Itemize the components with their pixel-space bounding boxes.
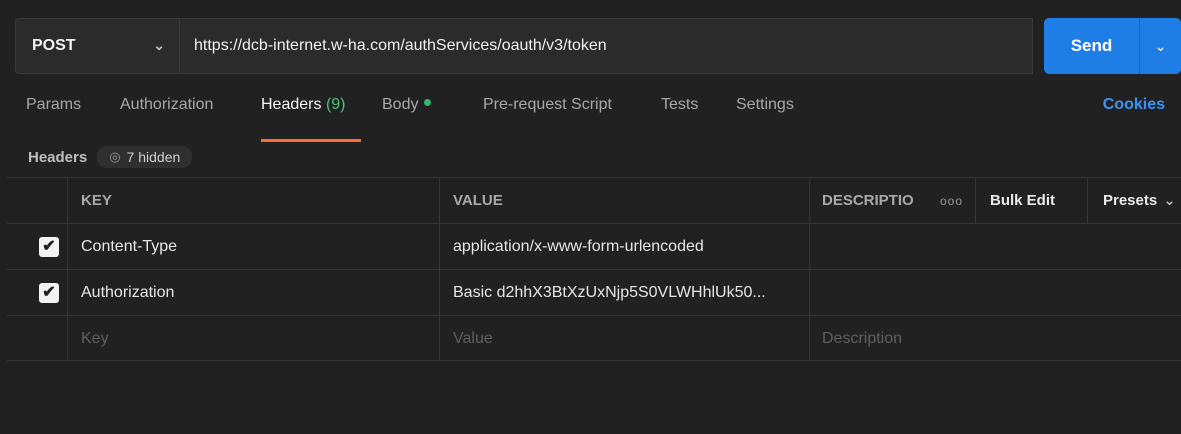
- table-row: ✔ Content-Type application/x-www-form-ur…: [7, 223, 1181, 269]
- header-description-cell[interactable]: [822, 270, 1181, 316]
- headers-section-header: Headers ◎ 7 hidden: [28, 146, 193, 168]
- url-input[interactable]: https://dcb-internet.w-ha.com/authServic…: [179, 18, 1033, 74]
- body-status-dot: [424, 99, 432, 107]
- header-key-cell[interactable]: Content-Type: [81, 224, 177, 270]
- new-key-input[interactable]: Key: [81, 316, 109, 362]
- send-button-group: Send ⌄: [1044, 18, 1181, 74]
- request-bar: POST ⌄ https://dcb-internet.w-ha.com/aut…: [15, 18, 1181, 74]
- tab-headers[interactable]: Headers (9): [261, 96, 346, 114]
- new-value-input[interactable]: Value: [453, 316, 493, 362]
- headers-count: (9): [325, 96, 346, 113]
- table-header-row: KEY VALUE DESCRIPTIO ooo Bulk Edit Prese…: [7, 177, 1181, 223]
- send-button[interactable]: Send: [1044, 18, 1139, 74]
- hidden-headers-label: 7 hidden: [126, 149, 181, 165]
- header-value-cell[interactable]: Basic d2hhX3BtXzUxNjp5S0VLWHhlUk50...: [453, 270, 809, 316]
- tab-pre-request-script[interactable]: Pre-request Script: [483, 96, 612, 114]
- method-select[interactable]: POST ⌄: [15, 18, 179, 74]
- tab-params[interactable]: Params: [26, 96, 81, 114]
- checkbox-checked-icon[interactable]: ✔: [39, 237, 59, 257]
- send-options-chevron-icon[interactable]: ⌄: [1140, 18, 1181, 74]
- eye-icon: ◎: [109, 149, 121, 164]
- table-row: ✔ Authorization Basic d2hhX3BtXzUxNjp5S0…: [7, 269, 1181, 315]
- table-row-new: Key Value Description: [7, 315, 1181, 361]
- tab-authorization[interactable]: Authorization: [120, 96, 213, 114]
- new-description-input[interactable]: Description: [822, 316, 902, 362]
- column-header-key: KEY: [81, 192, 112, 209]
- chevron-down-icon: ⌄: [1163, 192, 1176, 209]
- url-text: https://dcb-internet.w-ha.com/authServic…: [194, 37, 607, 54]
- cookies-link[interactable]: Cookies: [1103, 96, 1165, 114]
- tab-tests[interactable]: Tests: [661, 96, 698, 114]
- tab-settings[interactable]: Settings: [736, 96, 794, 114]
- header-value-cell[interactable]: application/x-www-form-urlencoded: [453, 224, 704, 270]
- checkbox-checked-icon[interactable]: ✔: [39, 283, 59, 303]
- request-tabs: Params Authorization Headers (9) Body Pr…: [0, 96, 1181, 142]
- chevron-down-icon: ⌄: [153, 37, 165, 53]
- active-tab-underline: [261, 139, 361, 142]
- headers-title: Headers: [28, 148, 88, 166]
- column-header-value: VALUE: [453, 192, 503, 209]
- header-description-cell[interactable]: [822, 224, 1181, 270]
- method-label: POST: [32, 37, 76, 54]
- bulk-edit-button[interactable]: Bulk Edit: [990, 178, 1055, 224]
- headers-table: KEY VALUE DESCRIPTIO ooo Bulk Edit Prese…: [7, 177, 1181, 361]
- hidden-headers-toggle[interactable]: ◎ 7 hidden: [97, 146, 193, 168]
- presets-dropdown[interactable]: Presets ⌄: [1103, 178, 1176, 224]
- more-options-icon[interactable]: ooo: [940, 178, 963, 224]
- header-key-cell[interactable]: Authorization: [81, 270, 174, 316]
- tab-body[interactable]: Body: [382, 96, 432, 114]
- column-header-description: DESCRIPTIO: [822, 192, 914, 209]
